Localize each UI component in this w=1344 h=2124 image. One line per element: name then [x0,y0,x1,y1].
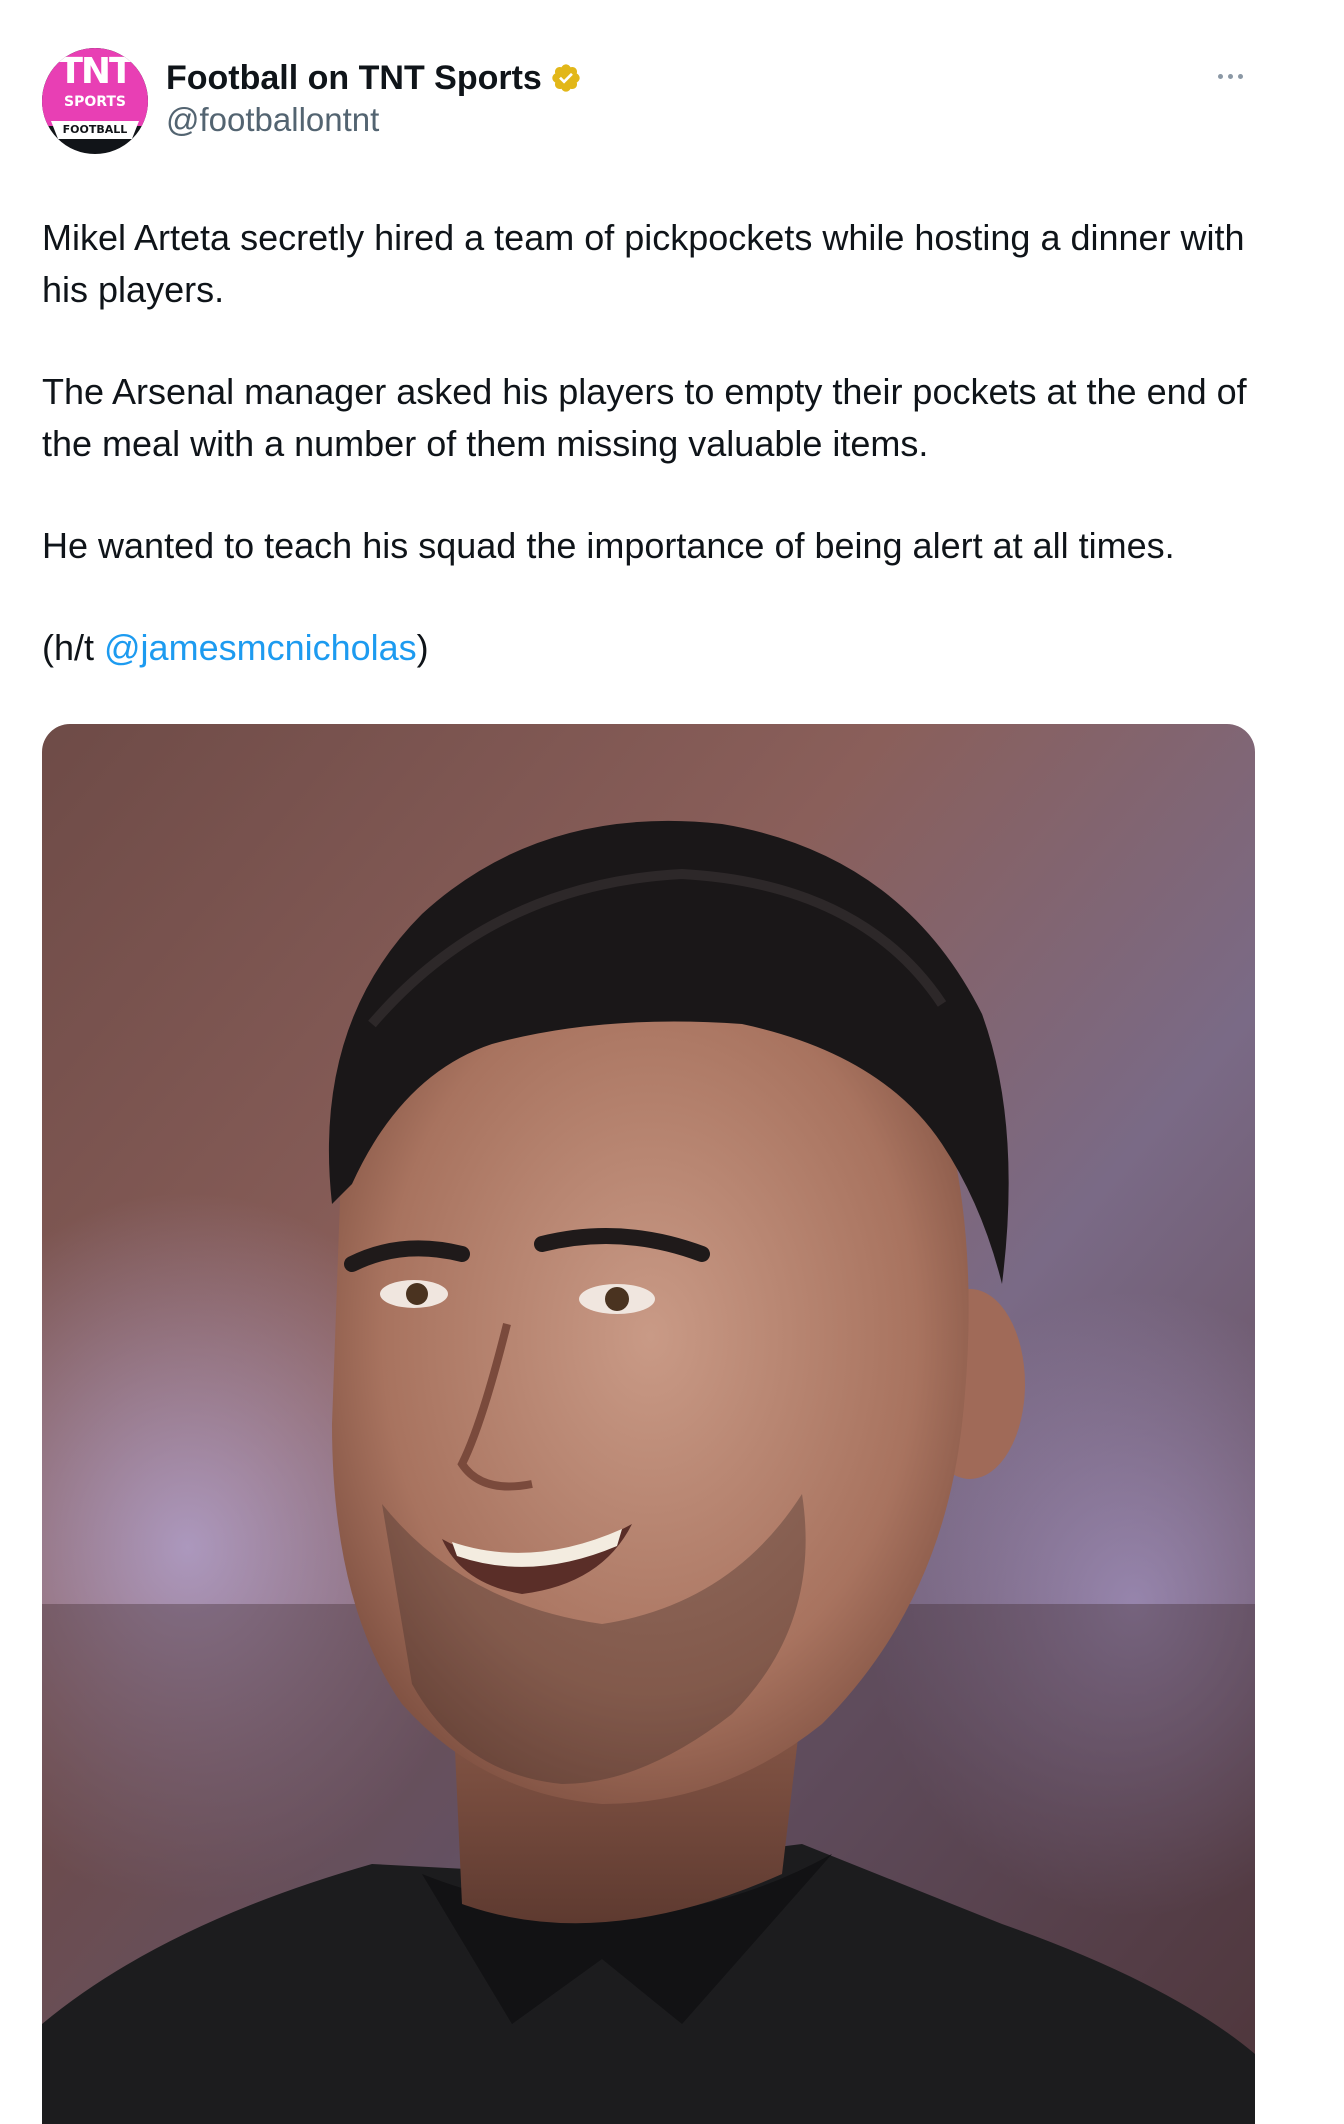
author-avatar[interactable]: TNT SPORTS FOOTBALL [42,48,148,154]
author-handle[interactable]: @footballontnt [166,100,379,140]
tweet-paragraph: Mikel Arteta secretly hired a team of pi… [42,217,1245,310]
avatar-logo-sports: SPORTS [63,94,127,110]
credit-prefix: (h/t [42,627,105,668]
tweet-paragraph: The Arsenal manager asked his players to… [42,371,1247,464]
author-display-name[interactable]: Football on TNT Sports [166,58,582,98]
credit-suffix: ) [416,627,429,668]
author-name-text: Football on TNT Sports [166,59,542,97]
tweet-photo[interactable] [42,724,1255,2124]
avatar-logo-football-wrap: FOOTBALL [42,121,148,139]
tweet-view: TNT SPORTS FOOTBALL Football on TNT Spor… [0,0,1344,2124]
tweet-text: Mikel Arteta secretly hired a team of pi… [42,212,1282,674]
portrait-illustration [42,724,1255,2124]
verified-badge-icon[interactable] [550,62,582,94]
tweet-credit: (h/t @jamesmcnicholas) [42,622,1282,674]
credit-mention-link[interactable]: @jamesmcnicholas [104,627,417,668]
avatar-logo-tnt: TNT [58,51,133,92]
more-options-icon[interactable] [1210,66,1251,87]
avatar-logo-football: FOOTBALL [51,121,139,139]
tweet-paragraph: He wanted to teach his squad the importa… [42,525,1175,566]
